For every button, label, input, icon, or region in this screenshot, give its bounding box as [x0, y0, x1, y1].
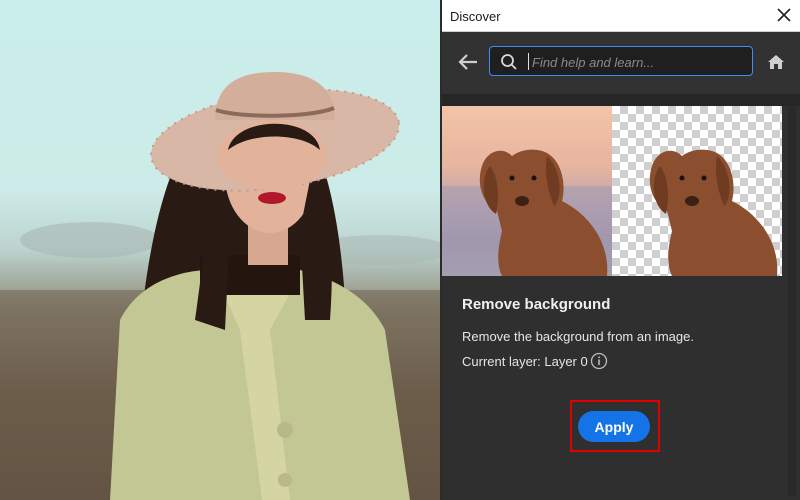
panel-title: Discover [450, 9, 501, 24]
text-caret [528, 53, 529, 70]
app-window: Discover Find help and learn... Remove b… [0, 0, 800, 500]
current-layer-label: Current layer: Layer 0 [462, 354, 588, 369]
home-icon[interactable] [766, 52, 786, 72]
panel-scrollbar[interactable] [788, 106, 796, 496]
preview-after-image [612, 106, 782, 276]
feature-title: Remove background [462, 296, 611, 313]
search-input[interactable] [530, 50, 749, 74]
feature-description: Remove the background from an image. [462, 329, 694, 344]
dog-image-original [442, 149, 612, 276]
search-icon [501, 54, 517, 70]
panel-titlebar: Discover [442, 0, 800, 32]
dog-image-cutout [649, 149, 778, 276]
apply-button[interactable]: Apply [578, 411, 650, 442]
feature-preview [442, 106, 782, 276]
back-arrow-icon[interactable] [457, 52, 479, 72]
search-field[interactable] [489, 46, 753, 76]
panel-navbar [442, 32, 800, 94]
discover-panel: Discover Find help and learn... Remove b… [442, 0, 800, 500]
close-icon[interactable] [774, 5, 794, 25]
info-icon[interactable] [590, 352, 608, 370]
portrait-photo [0, 72, 440, 500]
canvas-image[interactable] [0, 0, 440, 500]
section-divider [442, 94, 800, 106]
preview-before-image [442, 106, 612, 276]
